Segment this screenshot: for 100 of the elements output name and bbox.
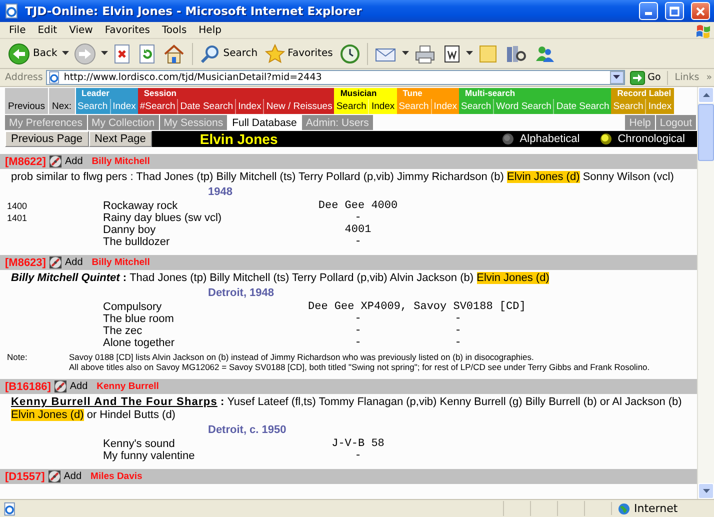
issue-number: - — [354, 325, 362, 337]
sort-option-label[interactable]: Alphabetical — [520, 133, 580, 145]
menu-item[interactable]: Help — [192, 24, 228, 36]
issue-number: - — [354, 236, 362, 248]
session-id: [D1557] — [5, 470, 45, 482]
vertical-scrollbar[interactable] — [697, 87, 714, 499]
address-label: Address — [5, 72, 43, 83]
sort-option-label[interactable]: Chronological — [618, 133, 685, 145]
note-label: Note: — [7, 352, 28, 364]
personnel-line: Kenny Burrell And The Four Sharps : Yusef Lateef (fl,ts) Tommy Flanagan (p,vib) Kenny Burrell (g) Billy Burrell (b) or Al Jackson (b) Elvin Jones (d) or Hindel Butts (d) — [11, 396, 683, 422]
menu-item[interactable]: Edit — [32, 24, 64, 36]
session-id: [B16186] — [5, 380, 51, 392]
nav-group-label: Musician — [334, 88, 397, 99]
caret-icon — [613, 75, 620, 80]
menu-item[interactable]: View — [63, 24, 99, 36]
clock-icon — [340, 44, 360, 64]
menu-item[interactable]: Favorites — [98, 24, 156, 36]
close-icon — [695, 6, 706, 16]
note-icon — [478, 44, 498, 64]
track-title: Rockaway rock — [103, 200, 179, 212]
radio-button[interactable] — [502, 133, 514, 145]
address-field[interactable]: http://www.lordisco.com/tjd/MusicianDetail?mid=2443 — [46, 70, 625, 85]
issue-number: - — [354, 313, 362, 325]
track-title: My funny valentine — [103, 450, 196, 462]
links-button[interactable]: Links — [670, 72, 704, 83]
globe-icon — [618, 502, 630, 514]
personnel-line: prob similar to flwg pers : Thad Jones (tp) Billy Mitchell (ts) Terry Pollard (p,vib) Jimmy Richardson (b) Elvin Jones (d) Sonny Wilson (vcl) — [11, 171, 675, 184]
window-icon — [4, 3, 20, 19]
issue-number: 4001 — [344, 224, 372, 236]
issue-number: - — [454, 337, 462, 349]
books-icon — [504, 44, 527, 64]
people-icon — [534, 44, 556, 64]
nav-button[interactable]: Search — [76, 99, 110, 114]
caret-icon[interactable] — [466, 51, 473, 56]
session-id: [M8622] — [5, 156, 46, 168]
maximize-button[interactable] — [665, 2, 684, 20]
go-button[interactable]: Go — [628, 70, 668, 84]
maximize-icon — [669, 6, 680, 16]
add-link[interactable]: Add — [64, 471, 82, 482]
page-button[interactable]: Next Page — [88, 131, 152, 147]
menu-item[interactable]: Tools — [156, 24, 193, 36]
track-title: Rainy day blues (sw vcl) — [103, 212, 223, 224]
add-link[interactable]: Add — [64, 257, 83, 268]
nav-group-label: Record Label — [611, 88, 674, 99]
nav-button[interactable]: Search — [334, 99, 368, 114]
history-nav-button[interactable]: Nex: — [48, 88, 76, 114]
window-title: TJD-Online: Elvin Jones - Microsoft Internet Explorer — [25, 4, 363, 18]
page-icon — [48, 71, 61, 84]
search-button[interactable]: Search — [198, 40, 260, 66]
matrix-number: 1401 — [6, 213, 28, 223]
disc-icon[interactable] — [48, 256, 62, 269]
search-icon — [200, 44, 220, 64]
add-link[interactable]: Add — [64, 156, 83, 167]
track-title: The blue room — [103, 313, 175, 325]
dropdown-button[interactable] — [610, 71, 624, 84]
scroll-down-button[interactable] — [698, 483, 714, 499]
track-title: The zec — [103, 325, 144, 337]
close-button[interactable] — [691, 2, 710, 20]
nav-group-label: Tune — [396, 88, 460, 99]
nav-button[interactable]: Index — [235, 99, 264, 114]
note-text: Savoy 0188 [CD] lists Alvin Jackson on (b) instead of Jimmy Richardson who was previously listed on (b) in disocographies. — [69, 352, 535, 362]
page-button[interactable]: Previous Page — [5, 131, 89, 147]
issue-number: Dee Gee 4000 — [317, 200, 399, 212]
add-link[interactable]: Add — [70, 381, 88, 392]
caret-icon[interactable] — [62, 51, 70, 56]
caret-icon[interactable] — [402, 51, 409, 56]
disc-icon[interactable] — [54, 380, 67, 393]
go-arrow-icon — [630, 70, 645, 84]
caret-icon — [702, 92, 710, 98]
caret-icon[interactable] — [101, 51, 108, 56]
star-icon — [264, 44, 285, 64]
radio-button[interactable] — [600, 133, 612, 145]
issue-number: - — [354, 450, 362, 462]
home-icon — [163, 44, 186, 64]
nav-button[interactable]: #Search — [138, 99, 178, 114]
minimize-button[interactable] — [639, 2, 658, 20]
more-button[interactable]: » — [706, 72, 712, 83]
menu-item[interactable]: File — [3, 24, 32, 36]
favorites-button[interactable]: Favorites — [262, 40, 335, 66]
history-nav-button[interactable]: Previous — [5, 88, 49, 114]
back-button[interactable]: Back — [6, 40, 60, 66]
nav-button[interactable]: Date Search — [177, 99, 236, 114]
scroll-up-button[interactable] — [698, 87, 714, 103]
session-location: Detroit, 1948 — [207, 287, 276, 299]
nav-group-label: Leader — [76, 88, 138, 99]
disc-icon[interactable] — [48, 155, 62, 168]
issue-number: - — [454, 313, 462, 325]
nav-group-label: Session — [138, 88, 334, 99]
session-location: 1948 — [207, 186, 234, 198]
issue-number: J-V-B 58 — [330, 438, 386, 450]
track-title: Kenny's sound — [103, 438, 176, 450]
security-zone-label: Internet — [634, 502, 678, 515]
minimize-icon — [645, 12, 652, 15]
scroll-thumb[interactable] — [698, 104, 714, 161]
track-title: Danny boy — [103, 224, 157, 236]
page-icon — [3, 502, 17, 516]
issue-number: - — [354, 337, 362, 349]
disc-icon[interactable] — [48, 470, 61, 483]
matrix-number: 1400 — [6, 201, 28, 211]
note-text: All above titles also on Savoy MG12062 = Savoy SV0188 [CD], both titled "Swing not spring"; for rest of LP/CD see under Terry Gibbs and Frank Rosolino. — [69, 362, 650, 372]
